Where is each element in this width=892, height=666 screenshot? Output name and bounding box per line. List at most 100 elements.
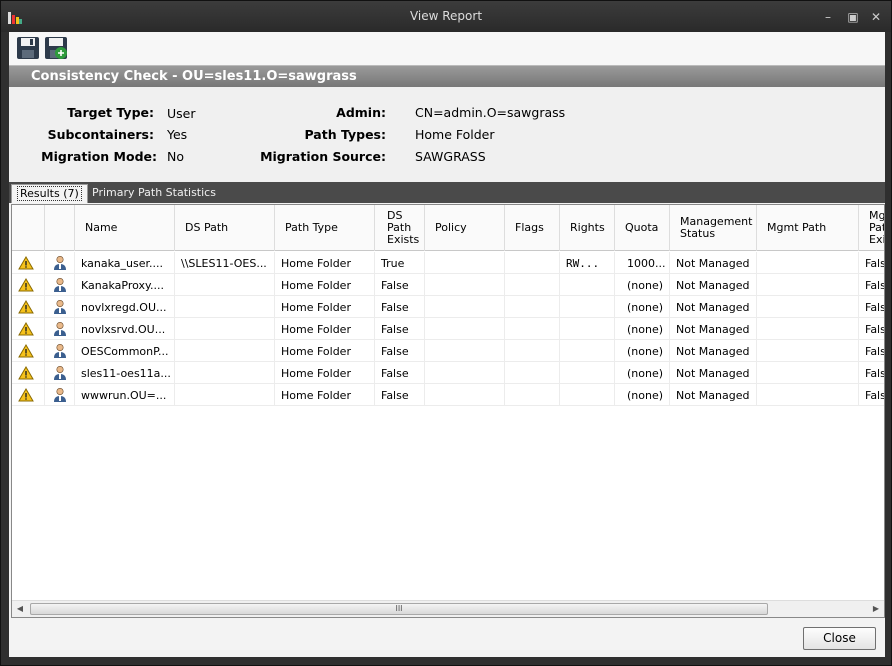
policy-cell [425, 274, 505, 296]
exists-cell: False [375, 274, 425, 296]
column-header-policy[interactable]: Policy [425, 205, 505, 251]
ds-path-cell [175, 340, 275, 362]
tab-primary-path-statistics[interactable]: Primary Path Statistics [87, 184, 221, 203]
close-window-button[interactable]: ✕ [869, 10, 883, 24]
exists-cell: False [375, 362, 425, 384]
table-row[interactable]: wwwrun.OU=... Home Folder False (none) Not M… [12, 384, 884, 406]
warning-cell [12, 362, 45, 384]
mgmt-exists-cell: False [859, 252, 884, 274]
mgmt-path-cell [757, 384, 859, 406]
tab-results-label: Results (7) [17, 186, 82, 201]
user-icon [54, 255, 66, 270]
quota-cell: 1000... [615, 252, 670, 274]
status-cell: Not Managed [670, 252, 757, 274]
window-title: View Report [409, 9, 483, 23]
target-type-value: User [167, 106, 196, 121]
policy-cell [425, 318, 505, 340]
quota-cell: (none) [615, 274, 670, 296]
path-types-value: Home Folder [415, 127, 495, 142]
mgmt-exists-cell: False [859, 274, 884, 296]
rights-cell [560, 362, 615, 384]
policy-cell [425, 296, 505, 318]
table-row[interactable]: novlxsrvd.OU... Home Folder False (none) Not… [12, 318, 884, 340]
scrollbar-thumb[interactable]: III [30, 603, 768, 615]
column-header-quota[interactable]: Quota [615, 205, 670, 251]
table-row[interactable]: KanakaProxy.... Home Folder False (none) Not… [12, 274, 884, 296]
column-header-management-status[interactable]: Management Status [670, 205, 757, 251]
warning-icon [18, 256, 34, 270]
close-button[interactable]: Close [803, 627, 876, 650]
quota-cell: (none) [615, 296, 670, 318]
user-icon [54, 343, 66, 358]
maximize-button[interactable]: ▣ [846, 10, 860, 24]
tab-strip: Results (7) Primary Path Statistics [9, 182, 885, 203]
column-header-rights[interactable]: Rights [560, 205, 615, 251]
user-icon [54, 321, 66, 336]
scrollbar-grip: III [395, 604, 403, 613]
exists-cell: False [375, 384, 425, 406]
path-type-cell: Home Folder [275, 362, 375, 384]
scroll-right-icon[interactable]: ▶ [870, 603, 882, 615]
column-header-mgmt-path[interactable]: Mgmt Path [757, 205, 859, 251]
rights-cell [560, 340, 615, 362]
policy-cell [425, 252, 505, 274]
path-type-cell: Home Folder [275, 384, 375, 406]
warning-cell [12, 274, 45, 296]
status-cell: Not Managed [670, 274, 757, 296]
path-type-cell: Home Folder [275, 274, 375, 296]
path-types-label: Path Types: [304, 127, 386, 142]
type-cell [45, 296, 75, 318]
warning-icon [18, 300, 34, 314]
flags-cell [505, 362, 560, 384]
rights-cell [560, 318, 615, 340]
column-header-path-type[interactable]: Path Type [275, 205, 375, 251]
user-icon [54, 299, 66, 314]
warning-cell [12, 340, 45, 362]
tab-results[interactable]: Results (7) [11, 184, 88, 203]
scroll-left-icon[interactable]: ◀ [14, 603, 26, 615]
type-cell [45, 362, 75, 384]
table-row[interactable]: novlxregd.OU... Home Folder False (none) Not… [12, 296, 884, 318]
path-type-cell: Home Folder [275, 296, 375, 318]
ds-path-cell: \\SLES11-OES... [175, 252, 275, 274]
title-bar: View Report – ▣ ✕ [1, 1, 891, 32]
table-row[interactable]: kanaka_user.... \\SLES11-OES... Home Folde… [12, 252, 884, 274]
table-row[interactable]: OESCommonP... Home Folder False (none) Not M… [12, 340, 884, 362]
save-as-icon[interactable] [43, 35, 69, 61]
path-type-cell: Home Folder [275, 340, 375, 362]
flags-cell [505, 252, 560, 274]
name-cell: kanaka_user.... [75, 252, 175, 274]
target-type-label: Target Type: [67, 105, 154, 120]
column-header-warning[interactable] [12, 205, 45, 251]
name-cell: KanakaProxy.... [75, 274, 175, 296]
column-header-flags[interactable]: Flags [505, 205, 560, 251]
name-cell: OESCommonP... [75, 340, 175, 362]
minimize-button[interactable]: – [821, 10, 835, 24]
table-row[interactable]: sles11-oes11a... Home Folder False (none) No… [12, 362, 884, 384]
path-type-cell: Home Folder [275, 318, 375, 340]
flags-cell [505, 296, 560, 318]
column-header-name[interactable]: Name [75, 205, 175, 251]
report-title: Consistency Check - OU=sles11.O=sawgrass [31, 69, 357, 84]
mgmt-exists-cell: False [859, 384, 884, 406]
column-header-mgmt-path-exists[interactable]: Mgmt Path Exists [859, 205, 884, 251]
horizontal-scrollbar[interactable]: ◀ III ▶ [12, 600, 884, 617]
status-cell: Not Managed [670, 340, 757, 362]
save-icon[interactable] [15, 35, 41, 61]
report-header: Consistency Check - OU=sles11.O=sawgrass [9, 65, 885, 87]
migration-source-label: Migration Source: [260, 149, 386, 164]
flags-cell [505, 384, 560, 406]
exists-cell: False [375, 318, 425, 340]
subcontainers-value: Yes [167, 127, 188, 142]
quota-cell: (none) [615, 362, 670, 384]
ds-path-cell [175, 362, 275, 384]
status-cell: Not Managed [670, 384, 757, 406]
flags-cell [505, 340, 560, 362]
column-header-ds-path[interactable]: DS Path [175, 205, 275, 251]
warning-cell [12, 296, 45, 318]
grid-header: Name DS Path Path Type DS Path Exists Po… [12, 205, 884, 251]
column-header-type[interactable] [45, 205, 75, 251]
column-header-ds-path-exists[interactable]: DS Path Exists [375, 205, 425, 251]
warning-icon [18, 388, 34, 402]
user-icon [54, 387, 66, 402]
